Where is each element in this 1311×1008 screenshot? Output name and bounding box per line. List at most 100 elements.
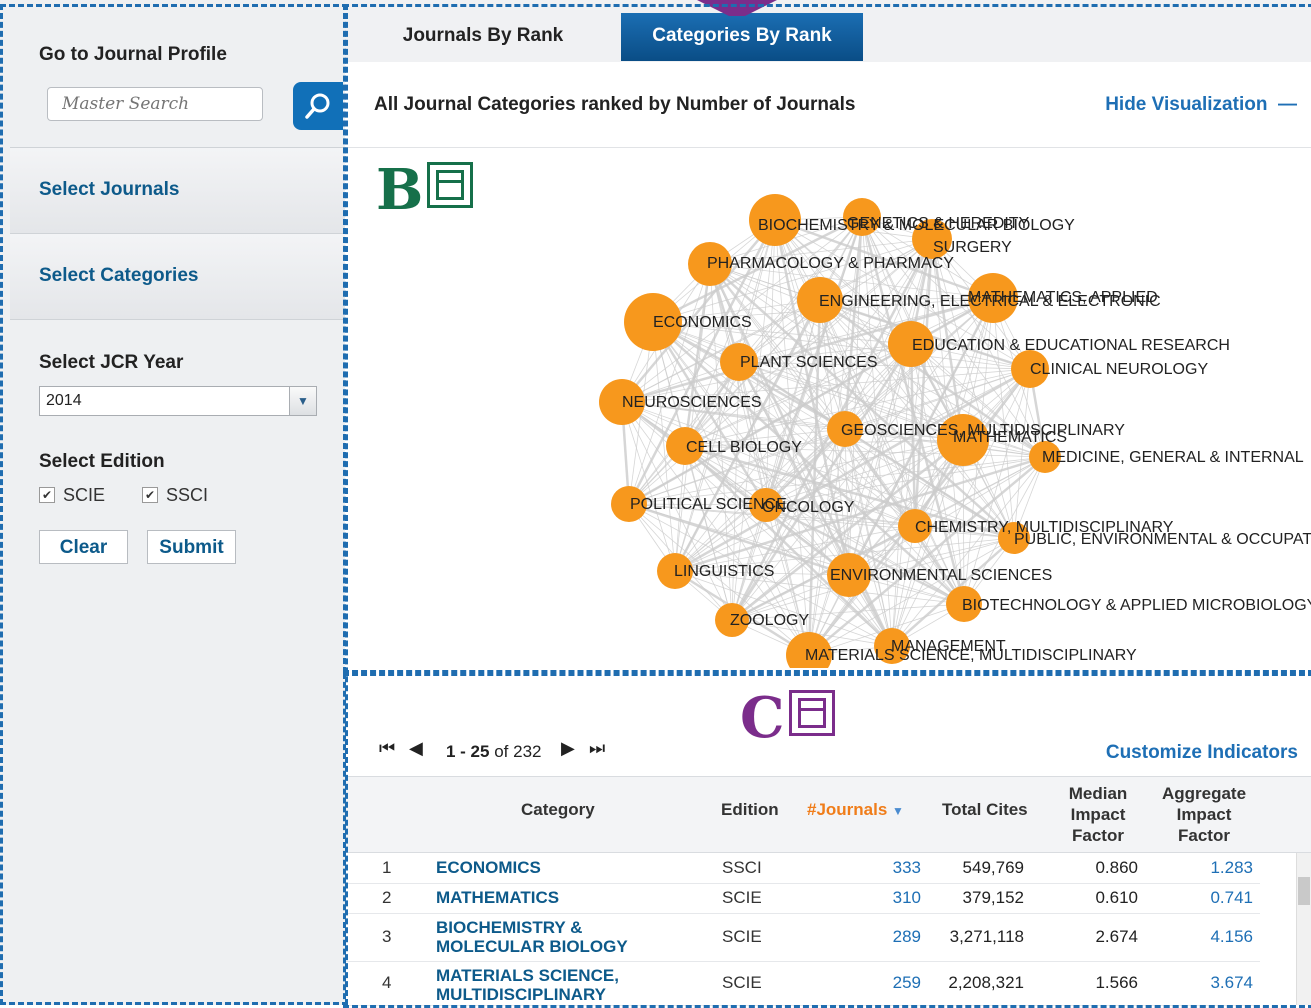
category-node-label[interactable]: ECONOMICS [653, 314, 752, 331]
col-journals-label: #Journals [807, 800, 888, 819]
category-node-label[interactable]: CLINICAL NEUROLOGY [1030, 361, 1208, 378]
last-page-icon[interactable]: ⏭ [589, 738, 605, 759]
aggregate-impact-factor-link[interactable]: 4.156 [1173, 927, 1253, 947]
col-total-cites[interactable]: Total Cites [942, 799, 1028, 820]
page-range-start: 1 - 25 [446, 742, 490, 761]
select-categories-link[interactable]: Select Categories [39, 265, 198, 287]
category-link[interactable]: ECONOMICS [436, 858, 541, 877]
category-node-label[interactable]: MATERIALS SCIENCE, MULTIDISCIPLINARY [805, 647, 1137, 664]
total-cites-cell: 2,208,321 [948, 973, 1024, 992]
category-node-label[interactable]: ENVIRONMENTAL SCIENCES [830, 567, 1052, 584]
clear-button[interactable]: Clear [39, 530, 128, 564]
aggregate-impact-factor-link[interactable]: 1.283 [1173, 858, 1253, 878]
visualization-title: All Journal Categories ranked by Number … [374, 94, 856, 115]
category-node-label[interactable]: PLANT SCIENCES [740, 354, 878, 371]
median-impact-factor-cell: 0.610 [1095, 888, 1138, 907]
journals-count-link[interactable]: 259 [865, 973, 921, 993]
median-impact-factor-cell: 0.860 [1095, 858, 1138, 877]
col-edition[interactable]: Edition [721, 799, 779, 820]
edition-ssci-label: SSCI [166, 485, 209, 505]
profile-heading: Go to Journal Profile [39, 44, 227, 65]
scrollbar-thumb[interactable] [1298, 877, 1310, 905]
rank-cell: 2 [382, 888, 392, 907]
category-node-label[interactable]: BIOTECHNOLOGY & APPLIED MICROBIOLOGY [962, 597, 1311, 614]
minus-icon: — [1272, 94, 1297, 115]
edition-cell: SSCI [722, 858, 762, 877]
page-range: 1 - 25 of 232 [446, 742, 541, 762]
search-button[interactable] [293, 82, 343, 130]
total-cites-cell: 3,271,118 [949, 927, 1024, 946]
table-row[interactable]: 1 ECONOMICS SSCI 333 549,769 0.860 1.283 [345, 853, 1260, 884]
rank-cell: 3 [382, 927, 392, 946]
visualization-header: All Journal Categories ranked by Number … [345, 62, 1311, 148]
median-impact-factor-cell: 2.674 [1095, 927, 1138, 946]
chevron-down-icon: ▼ [289, 387, 316, 415]
next-page-icon[interactable]: ▶ [561, 738, 575, 759]
median-impact-factor-cell: 1.566 [1095, 973, 1138, 992]
tab-bar: Journals By Rank Categories By Rank [345, 0, 1311, 63]
col-median-impact-factor[interactable]: Median Impact Factor [1060, 783, 1136, 846]
edition-cell: SCIE [722, 973, 762, 992]
search-icon [305, 93, 330, 119]
master-search-input[interactable] [47, 87, 263, 121]
jcr-year-select[interactable]: 2014 ▼ [39, 386, 317, 416]
edition-label: Select Edition [39, 451, 165, 472]
category-link[interactable]: MATERIALS SCIENCE, MULTIDISCIPLINARY [436, 966, 686, 1004]
table-row[interactable]: 2 MATHEMATICS SCIE 310 379,152 0.610 0.741 [345, 883, 1260, 914]
check-icon: ✔ [39, 487, 55, 503]
edition-cell: SCIE [722, 927, 762, 946]
pagination-bar: ⏮ ◀ 1 - 25 of 232 ▶ ⏭ Customize Indicato… [345, 728, 1311, 777]
edition-scie-checkbox[interactable]: ✔ SCIE [39, 485, 105, 506]
category-node-label[interactable]: PHARMACOLOGY & PHARMACY [707, 255, 954, 272]
category-node-label[interactable]: MATHEMATICS, APPLIED [968, 289, 1158, 306]
category-node-label[interactable]: SURGERY [933, 239, 1012, 256]
aggregate-impact-factor-link[interactable]: 0.741 [1173, 888, 1253, 908]
total-cites-cell: 379,152 [962, 888, 1024, 907]
sidebar: Go to Journal Profile Select Journals Se… [0, 0, 345, 1005]
category-link[interactable]: BIOCHEMISTRY & MOLECULAR BIOLOGY [436, 918, 686, 956]
col-journals[interactable]: #Journals ▼ [807, 799, 904, 822]
category-node-label[interactable]: NEUROSCIENCES [622, 394, 762, 411]
category-node-label[interactable]: GENETICS & HEREDITY [847, 215, 1030, 232]
sort-desc-icon: ▼ [892, 804, 904, 818]
prev-page-icon[interactable]: ◀ [409, 738, 423, 759]
page-range-total: of 232 [494, 742, 542, 761]
table-row[interactable]: 3 BIOCHEMISTRY & MOLECULAR BIOLOGY SCIE 289… [345, 913, 1260, 962]
rank-cell: 1 [382, 858, 392, 877]
journals-count-link[interactable]: 333 [865, 858, 921, 878]
total-cites-cell: 549,769 [962, 858, 1024, 877]
edition-scie-label: SCIE [63, 485, 106, 505]
aggregate-impact-factor-link[interactable]: 3.674 [1173, 973, 1253, 993]
check-icon: ✔ [142, 487, 158, 503]
select-journals-link[interactable]: Select Journals [39, 179, 179, 201]
category-node-label[interactable]: ONCOLOGY [762, 499, 855, 516]
category-node-label[interactable]: MEDICINE, GENERAL & INTERNAL [1042, 449, 1304, 466]
table-scrollbar[interactable] [1296, 853, 1311, 1005]
first-page-icon[interactable]: ⏮ [379, 738, 395, 759]
category-node-label[interactable]: EDUCATION & EDUCATIONAL RESEARCH [912, 337, 1230, 354]
table-row[interactable]: 4 MATERIALS SCIENCE, MULTIDISCIPLINARY SCI… [345, 961, 1260, 1006]
jcr-year-value: 2014 [46, 392, 82, 409]
tab-journals-by-rank[interactable]: Journals By Rank [345, 13, 621, 61]
category-node-label[interactable]: ZOOLOGY [730, 612, 809, 629]
col-aggregate-impact-factor[interactable]: Aggregate Impact Factor [1156, 783, 1252, 846]
table-header: Category Edition #Journals ▼ Total Cites… [345, 777, 1311, 853]
journals-count-link[interactable]: 310 [865, 888, 921, 908]
jcr-year-label: Select JCR Year [39, 352, 184, 373]
category-network-graph[interactable]: BIOCHEMISTRY & MOLECULAR BIOLOGYGENETICS… [345, 148, 1311, 668]
submit-button[interactable]: Submit [147, 530, 236, 564]
customize-indicators-link[interactable]: Customize Indicators [1106, 742, 1298, 764]
edition-cell: SCIE [722, 888, 762, 907]
category-node-label[interactable]: PUBLIC, ENVIRONMENTAL & OCCUPATIONAL HEA… [1014, 531, 1311, 548]
hide-visualization-button[interactable]: Hide Visualization — [1105, 94, 1297, 116]
hide-visualization-label: Hide Visualization [1105, 94, 1268, 115]
col-category[interactable]: Category [521, 799, 595, 820]
rank-cell: 4 [382, 973, 392, 992]
category-link[interactable]: MATHEMATICS [436, 888, 559, 907]
category-node-label[interactable]: MATHEMATICS [953, 429, 1067, 446]
edition-ssci-checkbox[interactable]: ✔ SSCI [142, 485, 208, 506]
tab-categories-by-rank[interactable]: Categories By Rank [621, 13, 863, 61]
category-node-label[interactable]: LINGUISTICS [674, 563, 774, 580]
journals-count-link[interactable]: 289 [865, 927, 921, 947]
category-node-label[interactable]: CELL BIOLOGY [686, 439, 802, 456]
